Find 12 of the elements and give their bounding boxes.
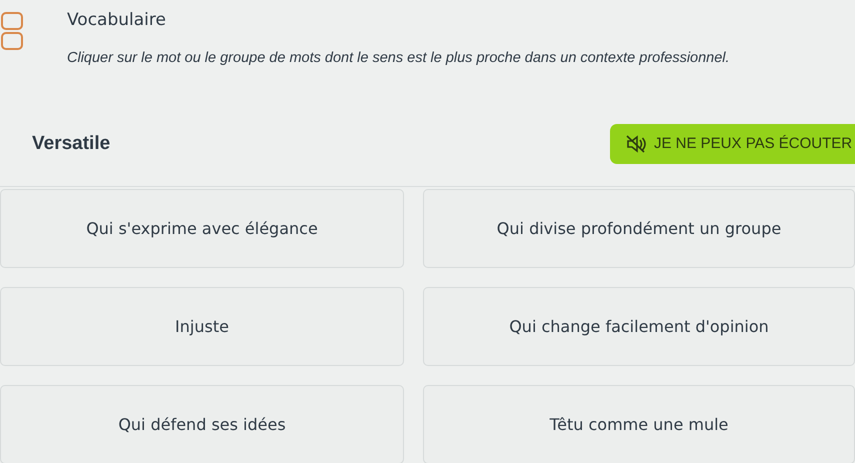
stacked-cards-icon — [1, 12, 23, 52]
muted-speaker-icon — [626, 135, 646, 153]
question-word: Versatile — [32, 132, 110, 156]
section-title: Vocabulaire — [67, 9, 167, 32]
cannot-listen-button[interactable]: JE NE PEUX PAS ÉCOUTER — [610, 124, 855, 164]
answer-option[interactable]: Qui change facilement d'opinion — [423, 287, 855, 366]
answer-option[interactable]: Qui s'exprime avec élégance — [0, 189, 404, 268]
instruction-text: Cliquer sur le mot ou le groupe de mots dont le sens est le plus proche dans un contexte professionnel. — [67, 48, 730, 68]
answer-option[interactable]: Injuste — [0, 287, 404, 366]
answer-option[interactable]: Qui divise profondément un groupe — [423, 189, 855, 268]
answer-option[interactable]: Têtu comme une mule — [423, 385, 855, 463]
answer-option[interactable]: Qui défend ses idées — [0, 385, 404, 463]
